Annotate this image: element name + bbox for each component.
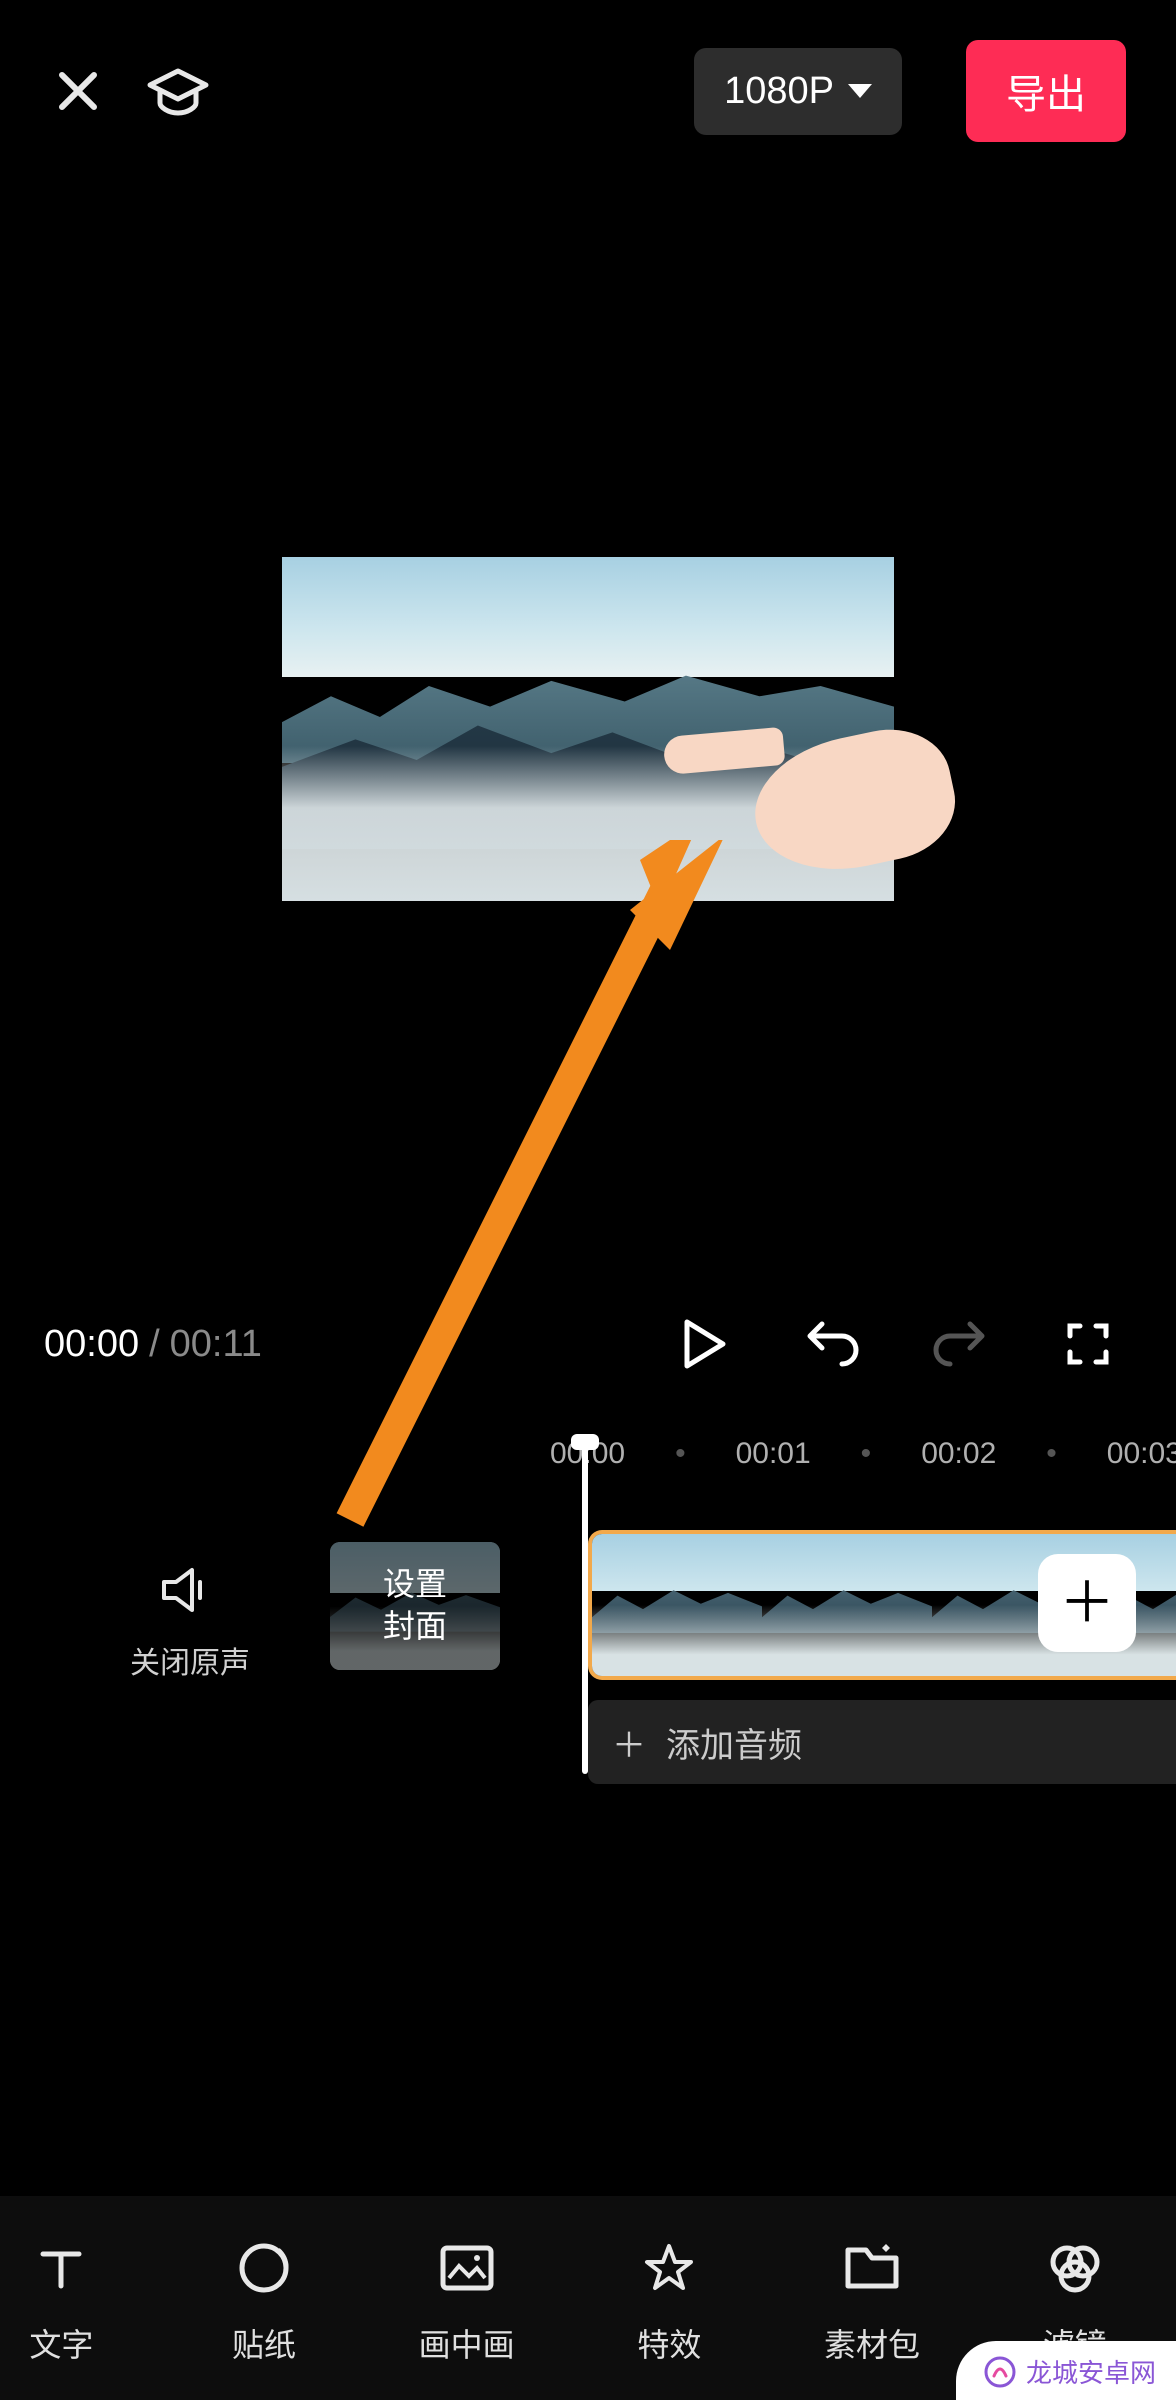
close-icon[interactable]	[50, 63, 106, 119]
mute-original-audio[interactable]: 关闭原声	[130, 1562, 250, 1682]
resolution-label: 1080P	[724, 70, 834, 113]
plus-icon: ＋	[612, 1718, 646, 1767]
playback-controls: 00:00 / 00:11	[0, 1270, 1176, 1418]
ruler-dot: •	[1046, 1437, 1057, 1471]
watermark-text: 龙城安卓网	[1026, 2353, 1156, 2390]
play-button[interactable]	[660, 1300, 748, 1388]
export-label: 导出	[1006, 73, 1086, 117]
speaker-icon	[158, 1562, 222, 1618]
watermark-badge: 龙城安卓网	[956, 2341, 1176, 2400]
set-cover-button[interactable]: 设置封面	[330, 1542, 500, 1670]
time-separator: /	[149, 1323, 160, 1366]
plus-icon: ＋	[1059, 1575, 1115, 1631]
editor-header: 1080P 导出	[0, 0, 1176, 172]
preview-canvas[interactable]	[282, 182, 894, 1270]
mute-label: 关闭原声	[130, 1638, 250, 1682]
picture-in-picture-icon	[437, 2236, 497, 2300]
tool-text[interactable]: 文字	[0, 2236, 163, 2366]
hand-overlay	[674, 677, 954, 877]
sticker-icon	[236, 2236, 292, 2300]
tool-sticker[interactable]: 贴纸	[163, 2236, 366, 2366]
redo-button[interactable]	[916, 1300, 1004, 1388]
tool-label: 贴纸	[232, 2320, 296, 2366]
tool-pip[interactable]: 画中画	[365, 2236, 568, 2366]
graduation-cap-icon[interactable]	[146, 63, 210, 119]
resolution-button[interactable]: 1080P	[694, 48, 902, 135]
timeline: 00:00 • 00:01 • 00:02 • 00:03 关闭原声 设置封面	[0, 1418, 1176, 1832]
ruler-tick: 00:03	[1107, 1437, 1176, 1471]
current-time: 00:00	[44, 1323, 139, 1366]
tool-assets[interactable]: 素材包	[771, 2236, 974, 2366]
add-audio-label: 添加音频	[666, 1718, 802, 1767]
tool-effects[interactable]: 特效	[568, 2236, 771, 2366]
add-audio-track[interactable]: ＋ 添加音频	[588, 1700, 1176, 1784]
effects-icon	[641, 2236, 697, 2300]
filter-icon	[1045, 2236, 1105, 2300]
watermark-logo-icon	[984, 2356, 1016, 2388]
cover-label: 设置封面	[383, 1564, 447, 1647]
tool-label: 素材包	[824, 2320, 920, 2366]
chevron-down-icon	[848, 84, 872, 98]
clip-thumbnail	[592, 1534, 762, 1676]
ruler-dot: •	[675, 1437, 686, 1471]
undo-button[interactable]	[788, 1300, 876, 1388]
add-clip-button[interactable]: ＋	[1038, 1554, 1136, 1652]
tool-label: 文字	[29, 2320, 93, 2366]
folder-icon	[842, 2236, 902, 2300]
ruler-tick: 00:01	[736, 1437, 811, 1471]
tool-label: 特效	[637, 2320, 701, 2366]
export-button[interactable]: 导出	[966, 40, 1126, 142]
ruler-tick: 00:02	[921, 1437, 996, 1471]
fullscreen-button[interactable]	[1044, 1300, 1132, 1388]
clip-thumbnail	[762, 1534, 932, 1676]
total-time: 00:11	[170, 1323, 262, 1366]
tool-label: 画中画	[419, 2320, 515, 2366]
text-icon	[35, 2236, 87, 2300]
playhead[interactable]	[582, 1444, 588, 1774]
tracks: 关闭原声 设置封面 ＋ ＋ 添加音频	[0, 1502, 1176, 1832]
ruler-dot: •	[861, 1437, 872, 1471]
preview-frame	[282, 557, 894, 901]
